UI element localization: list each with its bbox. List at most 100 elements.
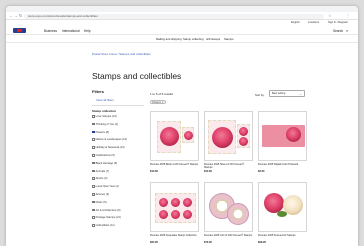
product-image[interactable] bbox=[204, 111, 253, 161]
bookmark-icon[interactable]: ☆ bbox=[328, 13, 332, 19]
checkbox[interactable] bbox=[92, 208, 95, 212]
sub-nav: Mailing and shipping Stamp collecting Gi… bbox=[6, 35, 358, 43]
subnav-stamp-collecting[interactable]: Stamp collecting bbox=[183, 37, 204, 41]
url-text: store.usps.com/store/results/stamps-and-… bbox=[28, 13, 98, 18]
product-title[interactable]: Peonies 2025 Digital Color Postcard bbox=[258, 163, 307, 166]
checkbox[interactable] bbox=[92, 216, 95, 219]
product-price: $73.00 bbox=[204, 241, 212, 244]
product-title[interactable]: Peonies 2025 Book of 20 Forever® Stamps bbox=[150, 163, 199, 166]
subnav-gift-stamps[interactable]: Gift stamps bbox=[206, 37, 220, 41]
filter-option[interactable]: Thinking of You (4) bbox=[92, 122, 146, 126]
filter-option-label: Sports (3) bbox=[95, 177, 108, 181]
checkbox[interactable] bbox=[92, 138, 95, 141]
nav-link-help[interactable]: Help bbox=[84, 29, 91, 33]
filter-option-label: Flowers (8) bbox=[95, 130, 110, 134]
product-price: $29.95 bbox=[258, 241, 266, 244]
checkbox[interactable] bbox=[92, 115, 95, 118]
utility-link-signin[interactable]: Sign In / Register bbox=[328, 21, 348, 24]
product-price: $14.60 bbox=[204, 170, 212, 173]
page-title: Stamps and collectibles bbox=[92, 71, 182, 81]
checkbox[interactable] bbox=[92, 130, 95, 134]
product-image[interactable] bbox=[258, 111, 307, 161]
search-label[interactable]: Search bbox=[333, 29, 343, 33]
search-icon[interactable]: ⌕ bbox=[346, 28, 348, 33]
divider bbox=[92, 105, 144, 106]
sort-label: Sort by bbox=[255, 93, 264, 97]
url-field[interactable]: store.usps.com/store/results/stamps-and-… bbox=[24, 13, 324, 19]
active-filter-pill[interactable]: Flowers ✕ bbox=[150, 100, 166, 104]
filter-option-label: Thinking of You (4) bbox=[95, 122, 119, 126]
filter-option-label: Collectibles (11) bbox=[95, 224, 115, 228]
filter-option-label: Celebrations (9) bbox=[95, 154, 115, 158]
filter-option-label: Art & Architecture (6) bbox=[95, 208, 121, 212]
subnav-mailing[interactable]: Mailing and shipping bbox=[156, 37, 182, 41]
results-count: 1 to 6 of 6 results bbox=[150, 92, 174, 96]
checkbox[interactable] bbox=[92, 122, 95, 126]
product-image[interactable] bbox=[204, 182, 253, 232]
filter-option-label: Science (2) bbox=[95, 193, 110, 197]
filter-option[interactable]: Lunar New Year (4) bbox=[92, 185, 146, 188]
filter-option[interactable]: Nature & Landscapes (12) bbox=[92, 138, 146, 141]
nav-link-international[interactable]: International bbox=[62, 29, 80, 33]
product-price: $2.50 bbox=[258, 170, 265, 173]
checkbox[interactable] bbox=[92, 169, 95, 173]
chevron-down-icon: ⌄ bbox=[299, 92, 302, 96]
filter-option[interactable]: Holiday & Seasonal (14) bbox=[92, 146, 146, 149]
usps-logo[interactable] bbox=[13, 28, 26, 33]
back-icon[interactable]: ← bbox=[9, 13, 13, 19]
utility-link-language[interactable]: English bbox=[291, 21, 300, 24]
main-nav: Business International Help Search ⌕ bbox=[6, 26, 358, 35]
checkbox[interactable] bbox=[92, 200, 95, 204]
filters-heading: Filters bbox=[92, 89, 105, 94]
filter-option[interactable]: Love Stamps (13) bbox=[92, 115, 146, 118]
filter-option-label: Music (5) bbox=[95, 200, 107, 204]
nav-link-business[interactable]: Business bbox=[44, 29, 57, 33]
browser-window: ← → ↻ store.usps.com/store/results/stamp… bbox=[6, 6, 358, 246]
checkbox[interactable] bbox=[92, 185, 95, 188]
filter-option[interactable]: Postage Stamps (21) bbox=[92, 216, 146, 219]
product-image[interactable] bbox=[150, 182, 199, 232]
forward-icon[interactable]: → bbox=[14, 13, 18, 19]
sort-select[interactable]: Best selling ⌄ bbox=[269, 90, 305, 97]
reload-icon[interactable]: ↻ bbox=[19, 13, 22, 19]
checkbox[interactable] bbox=[92, 224, 95, 227]
checkbox[interactable] bbox=[92, 154, 95, 157]
product-image[interactable] bbox=[150, 111, 199, 161]
filter-option[interactable]: Flowers (8) bbox=[92, 130, 146, 134]
breadcrumb[interactable]: Postal Store home / Stamps and collectib… bbox=[92, 52, 151, 56]
product-price: $14.60 bbox=[150, 170, 158, 173]
product-title[interactable]: Peonies 2025 Framed Art Stamps bbox=[258, 234, 307, 237]
checkbox[interactable] bbox=[92, 177, 95, 180]
subnav-stamps[interactable]: Stamps bbox=[224, 37, 233, 41]
product-price: $24.95 bbox=[150, 241, 158, 244]
filter-option-label: Nature & Landscapes (12) bbox=[95, 138, 127, 142]
filter-category-heading: Stamp collection bbox=[92, 109, 117, 113]
product-image[interactable] bbox=[258, 182, 307, 232]
checkbox[interactable] bbox=[92, 146, 95, 149]
filter-option-label: Animals (7) bbox=[95, 169, 110, 173]
filter-option[interactable]: Black Heritage (5) bbox=[92, 161, 146, 165]
checkbox[interactable] bbox=[92, 193, 95, 196]
utility-link-locations[interactable]: Locations bbox=[308, 21, 319, 24]
filter-option[interactable]: Celebrations (9) bbox=[92, 154, 146, 157]
sort-value: Best selling bbox=[272, 92, 286, 95]
clear-filters-link[interactable]: Clear all filters bbox=[96, 98, 114, 102]
eagle-icon bbox=[17, 29, 22, 32]
filter-option[interactable]: Art & Architecture (6) bbox=[92, 208, 146, 212]
filter-option-label: Love Stamps (13) bbox=[95, 115, 117, 119]
browser-menu-icon[interactable]: ⋮ bbox=[346, 13, 350, 19]
filter-option[interactable]: Music (5) bbox=[92, 200, 146, 204]
filter-option[interactable]: Sports (3) bbox=[92, 177, 146, 180]
checkbox[interactable] bbox=[92, 161, 95, 165]
address-bar: ← → ↻ store.usps.com/store/results/stamp… bbox=[6, 12, 358, 20]
product-title[interactable]: Peonies 2025 Coil of 100 Forever® Stamps bbox=[204, 234, 253, 237]
product-title[interactable]: Peonies 2025 Sheet of 20 Forever® Stamps bbox=[204, 163, 253, 169]
filter-option-label: Lunar New Year (4) bbox=[95, 185, 119, 189]
filter-option-label: Black Heritage (5) bbox=[95, 161, 118, 165]
filter-option-label: Holiday & Seasonal (14) bbox=[95, 146, 125, 150]
filter-option[interactable]: Science (2) bbox=[92, 193, 146, 196]
filter-option[interactable]: Collectibles (11) bbox=[92, 224, 146, 227]
product-title[interactable]: Peonies 2025 Keepsake Stamp Collection bbox=[150, 234, 199, 237]
filter-option-label: Postage Stamps (21) bbox=[95, 216, 121, 220]
filter-option[interactable]: Animals (7) bbox=[92, 169, 146, 173]
